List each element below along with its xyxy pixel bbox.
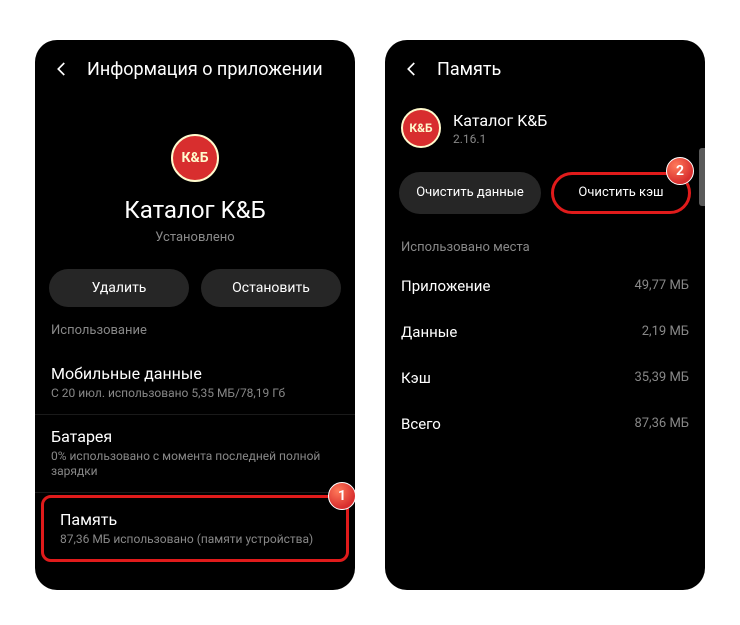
stat-value: 49,77 МБ — [634, 278, 689, 293]
stat-value: 35,39 МБ — [634, 370, 689, 385]
app-icon: К&Б — [401, 108, 441, 148]
memory-item-highlight: 1 Память 87,36 МБ использовано (памяти у… — [41, 495, 349, 563]
clear-buttons: Очистить данные 2 Очистить кэш — [385, 154, 705, 224]
item-title: Батарея — [51, 427, 339, 446]
app-summary: К&Б Каталог K&Б Установлено — [35, 134, 355, 245]
stop-button[interactable]: Остановить — [201, 269, 341, 307]
item-subtitle: 87,36 МБ использовано (памяти устройства… — [60, 532, 330, 548]
app-icon: К&Б — [171, 134, 219, 182]
delete-button[interactable]: Удалить — [49, 269, 189, 307]
item-subtitle: С 20 июл. использовано 5,35 МБ/78,19 Гб — [51, 386, 339, 402]
stat-label: Всего — [401, 415, 441, 433]
step-badge-1: 1 — [328, 482, 355, 510]
page-title: Память — [437, 59, 501, 80]
stat-label: Кэш — [401, 369, 431, 387]
header: Информация о приложении — [35, 40, 355, 94]
item-subtitle: 0% использовано с момента последней полн… — [51, 449, 339, 480]
action-buttons: Удалить Остановить — [35, 269, 355, 307]
usage-section-label: Использование — [35, 307, 355, 346]
stat-data: Данные 2,19 МБ — [385, 309, 705, 355]
install-status: Установлено — [155, 230, 234, 245]
stat-cache: Кэш 35,39 МБ — [385, 355, 705, 401]
battery-item[interactable]: Батарея 0% использовано с момента послед… — [35, 415, 355, 493]
app-row: К&Б Каталог K&Б 2.16.1 — [385, 94, 705, 154]
phone-right: Память К&Б Каталог K&Б 2.16.1 Очистить д… — [385, 40, 705, 590]
clear-data-button[interactable]: Очистить данные — [399, 172, 541, 214]
step-badge-2: 2 — [666, 157, 694, 185]
stat-label: Данные — [401, 323, 457, 341]
clear-cache-button[interactable]: Очистить кэш — [556, 177, 686, 209]
item-title: Память — [60, 510, 330, 529]
stat-label: Приложение — [401, 277, 490, 295]
stat-app: Приложение 49,77 МБ — [385, 263, 705, 309]
app-meta: Каталог K&Б 2.16.1 — [453, 111, 547, 146]
back-icon[interactable] — [401, 58, 423, 80]
item-title: Мобильные данные — [51, 364, 339, 383]
app-name: Каталог K&Б — [124, 196, 265, 224]
storage-section-label: Использовано места — [385, 224, 705, 263]
page-title: Информация о приложении — [87, 59, 323, 80]
phone-left: Информация о приложении К&Б Каталог K&Б … — [35, 40, 355, 590]
app-name: Каталог K&Б — [453, 111, 547, 130]
stat-value: 2,19 МБ — [642, 324, 689, 339]
stat-value: 87,36 МБ — [634, 416, 689, 431]
clear-cache-highlight: 2 Очистить кэш — [551, 172, 691, 214]
stat-total: Всего 87,36 МБ — [385, 401, 705, 447]
mobile-data-item[interactable]: Мобильные данные С 20 июл. использовано … — [35, 352, 355, 415]
edge-handle-icon[interactable] — [699, 148, 705, 206]
memory-item[interactable]: Память 87,36 МБ использовано (памяти уст… — [44, 498, 346, 560]
header: Память — [385, 40, 705, 94]
app-version: 2.16.1 — [453, 132, 547, 146]
back-icon[interactable] — [51, 58, 73, 80]
